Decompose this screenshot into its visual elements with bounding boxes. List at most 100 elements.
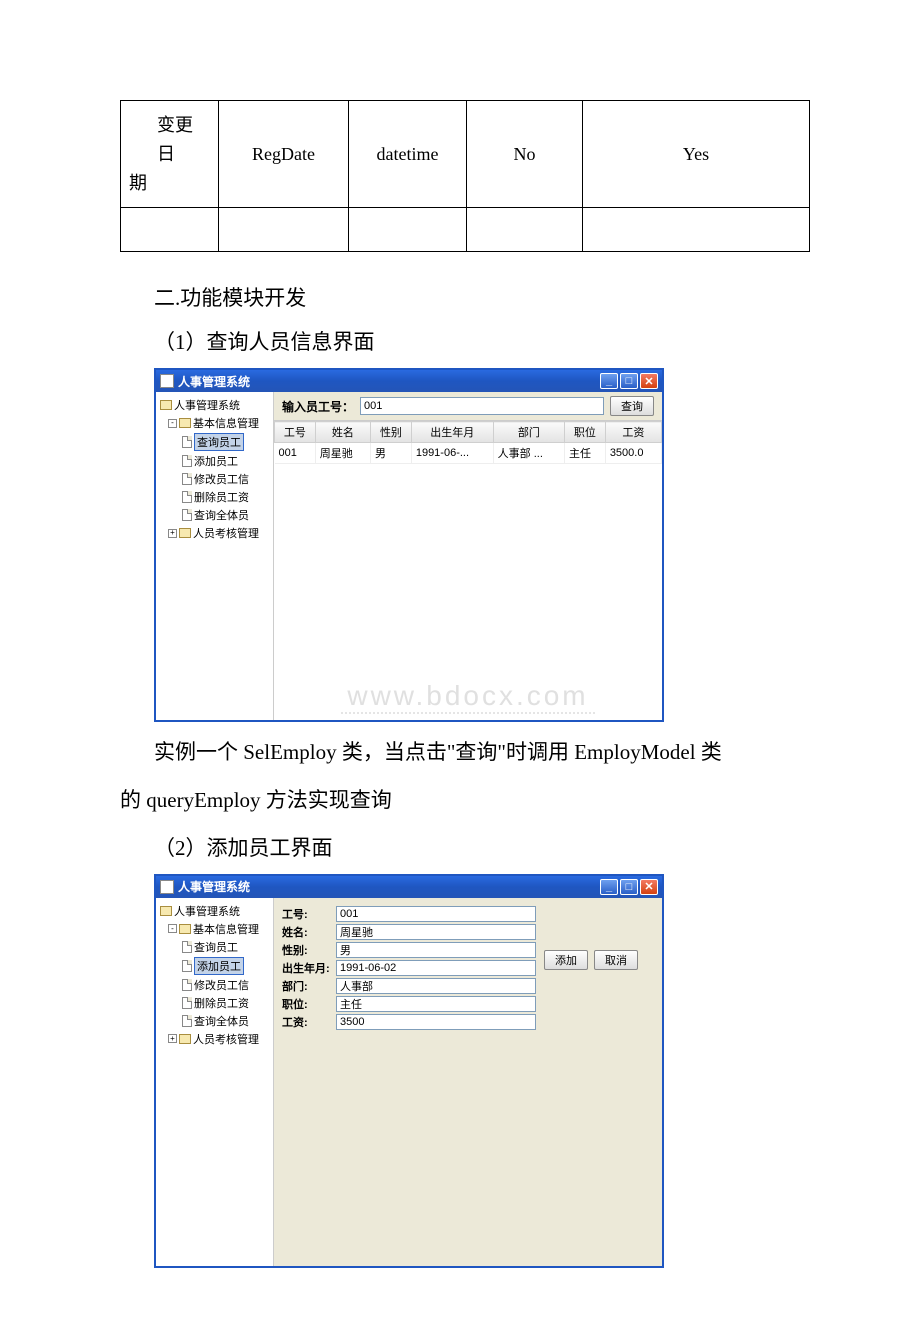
table-row[interactable]: 001 周星驰 男 1991-06-... 人事部 ... 主任 3500.0 [275, 443, 662, 464]
label-id: 工号: [282, 906, 336, 922]
col-name[interactable]: 姓名 [315, 422, 370, 443]
tree-item-assess[interactable]: 人员考核管理 [193, 1031, 259, 1047]
cell-text: 变更日 [129, 111, 210, 169]
label-birth: 出生年月: [282, 960, 336, 976]
col-id[interactable]: 工号 [275, 422, 316, 443]
maximize-button[interactable]: □ [620, 879, 638, 895]
label-pos: 职位: [282, 996, 336, 1012]
cell: 3500.0 [605, 443, 661, 464]
table-row [121, 208, 810, 252]
paragraph-1a: 实例一个 SelEmploy 类，当点击"查询"时调用 EmployModel … [120, 736, 810, 770]
app-icon [160, 374, 174, 388]
file-icon [182, 436, 192, 448]
data-table: 变更日 期 RegDate datetime No Yes [120, 100, 810, 252]
input-dept[interactable] [336, 978, 536, 994]
app-icon [160, 880, 174, 894]
search-button[interactable]: 查询 [610, 396, 654, 416]
label-name: 姓名: [282, 924, 336, 940]
cell-text: RegDate [219, 101, 349, 208]
employee-id-input[interactable] [360, 397, 604, 415]
tree-item-assess[interactable]: 人员考核管理 [193, 525, 259, 541]
col-salary[interactable]: 工资 [605, 422, 661, 443]
folder-icon [160, 400, 172, 410]
file-icon [182, 491, 192, 503]
file-icon [182, 941, 192, 953]
col-gender[interactable]: 性别 [371, 422, 412, 443]
cell-text: No [467, 101, 583, 208]
col-birth[interactable]: 出生年月 [411, 422, 493, 443]
add-button[interactable]: 添加 [544, 950, 588, 970]
tree-item-basic[interactable]: 基本信息管理 [193, 921, 259, 937]
cell: 男 [371, 443, 412, 464]
cell-text: Yes [583, 101, 810, 208]
cell-text: datetime [349, 101, 467, 208]
file-icon [182, 997, 192, 1009]
tree-toggle-icon[interactable]: + [168, 529, 177, 538]
tree-toggle-icon[interactable]: - [168, 419, 177, 428]
tree-item-basic[interactable]: 基本信息管理 [193, 415, 259, 431]
file-icon [182, 1015, 192, 1027]
col-pos[interactable]: 职位 [565, 422, 606, 443]
tree-item-queryall[interactable]: 查询全体员 [194, 1013, 249, 1029]
file-icon [182, 960, 192, 972]
tree-root[interactable]: 人事管理系统 [174, 903, 240, 919]
input-birth[interactable] [336, 960, 536, 976]
tree-item-delete[interactable]: 删除员工资 [194, 489, 249, 505]
cell: 人事部 ... [493, 443, 564, 464]
cell: 主任 [565, 443, 606, 464]
file-icon [182, 979, 192, 991]
folder-icon [179, 528, 191, 538]
file-icon [182, 455, 192, 467]
folder-icon [179, 1034, 191, 1044]
app-window-add: 人事管理系统 _ □ ✕ 人事管理系统 - 基本信息管理 查询员工 添加员工 修改… [154, 874, 664, 1268]
app-window-query: 人事管理系统 _ □ ✕ 人事管理系统 - 基本信息管理 查询员工 添加员工 修改… [154, 368, 664, 722]
input-name[interactable] [336, 924, 536, 940]
nav-tree[interactable]: 人事管理系统 - 基本信息管理 查询员工 添加员工 修改员工信 删除员工资 查询全… [156, 392, 274, 720]
tree-item-query[interactable]: 查询员工 [194, 433, 244, 451]
heading-section-2: 二.功能模块开发 [154, 282, 810, 312]
tree-item-queryall[interactable]: 查询全体员 [194, 507, 249, 523]
cell: 1991-06-... [411, 443, 493, 464]
label-dept: 部门: [282, 978, 336, 994]
folder-icon [179, 924, 191, 934]
table-row: 变更日 期 RegDate datetime No Yes [121, 101, 810, 208]
close-button[interactable]: ✕ [640, 373, 658, 389]
titlebar[interactable]: 人事管理系统 _ □ ✕ [156, 370, 662, 392]
cell: 001 [275, 443, 316, 464]
tree-item-add[interactable]: 添加员工 [194, 453, 238, 469]
results-grid[interactable]: 工号 姓名 性别 出生年月 部门 职位 工资 001 周星驰 男 1991-06… [274, 420, 662, 720]
search-label: 输入员工号： [282, 398, 354, 415]
tree-toggle-icon[interactable]: + [168, 1034, 177, 1043]
col-dept[interactable]: 部门 [493, 422, 564, 443]
input-id[interactable] [336, 906, 536, 922]
window-title: 人事管理系统 [178, 878, 250, 895]
folder-icon [160, 906, 172, 916]
minimize-button[interactable]: _ [600, 373, 618, 389]
subheading-2: （2）添加员工界面 [154, 832, 810, 862]
paragraph-1b: 的 queryEmploy 方法实现查询 [120, 784, 810, 818]
cell: 周星驰 [315, 443, 370, 464]
cell-text: 期 [129, 169, 210, 198]
tree-item-modify[interactable]: 修改员工信 [194, 471, 249, 487]
tree-item-modify[interactable]: 修改员工信 [194, 977, 249, 993]
label-gender: 性别: [282, 942, 336, 958]
input-gender[interactable] [336, 942, 536, 958]
tree-item-add[interactable]: 添加员工 [194, 957, 244, 975]
minimize-button[interactable]: _ [600, 879, 618, 895]
input-pos[interactable] [336, 996, 536, 1012]
tree-item-query[interactable]: 查询员工 [194, 939, 238, 955]
folder-icon [179, 418, 191, 428]
maximize-button[interactable]: □ [620, 373, 638, 389]
tree-root[interactable]: 人事管理系统 [174, 397, 240, 413]
close-button[interactable]: ✕ [640, 879, 658, 895]
file-icon [182, 473, 192, 485]
subheading-1: （1）查询人员信息界面 [154, 326, 810, 356]
cancel-button[interactable]: 取消 [594, 950, 638, 970]
nav-tree[interactable]: 人事管理系统 - 基本信息管理 查询员工 添加员工 修改员工信 删除员工资 查询全… [156, 898, 274, 1266]
window-title: 人事管理系统 [178, 373, 250, 390]
input-salary[interactable] [336, 1014, 536, 1030]
tree-item-delete[interactable]: 删除员工资 [194, 995, 249, 1011]
titlebar[interactable]: 人事管理系统 _ □ ✕ [156, 876, 662, 898]
label-salary: 工资: [282, 1014, 336, 1030]
tree-toggle-icon[interactable]: - [168, 924, 177, 933]
